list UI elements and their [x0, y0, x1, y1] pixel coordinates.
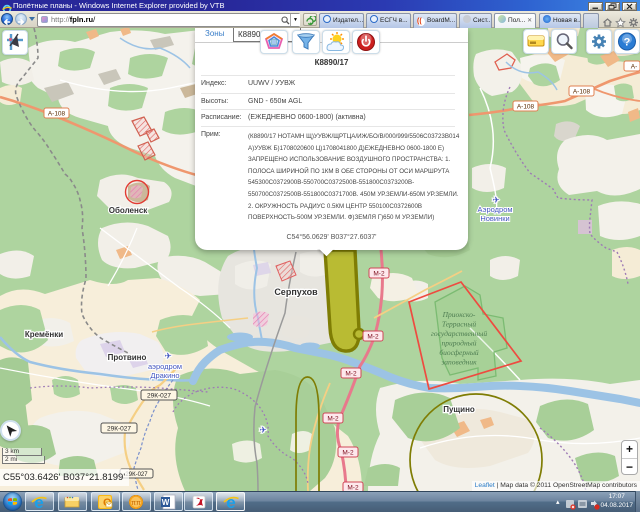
svg-text:биосферный: биосферный	[439, 348, 479, 357]
svg-text:e: e	[226, 494, 235, 510]
svg-text:✈: ✈	[259, 425, 267, 435]
svg-text:ππ: ππ	[131, 500, 141, 507]
svg-text:29К-027: 29К-027	[107, 426, 131, 433]
svg-text:М-2: М-2	[327, 416, 339, 423]
svg-text:Аэродром: Аэродром	[477, 205, 512, 214]
svg-text:Новинки: Новинки	[480, 214, 509, 223]
svg-text:государственный: государственный	[431, 329, 487, 338]
svg-text:Пущино: Пущино	[443, 405, 475, 414]
svg-text:аэродром: аэродром	[148, 362, 182, 371]
svg-text:Оболенск: Оболенск	[109, 206, 149, 215]
svg-text:А-108: А-108	[48, 111, 66, 118]
svg-text:заповедник: заповедник	[440, 358, 477, 367]
svg-text:М-2: М-2	[373, 271, 385, 278]
svg-text:А-108: А-108	[573, 89, 591, 96]
svg-text:Кремёнки: Кремёнки	[25, 330, 63, 339]
svg-text:✈: ✈	[164, 351, 172, 361]
svg-text:М-2: М-2	[367, 334, 379, 341]
svg-text:М-2: М-2	[345, 371, 357, 378]
svg-text:Протвино: Протвино	[108, 353, 147, 362]
svg-text:Серпухов: Серпухов	[274, 287, 318, 297]
svg-text:А-108: А-108	[517, 104, 535, 111]
svg-text:W: W	[162, 498, 170, 507]
svg-text:?: ?	[624, 37, 631, 49]
svg-text:М-2: М-2	[342, 450, 354, 457]
svg-text:А-: А-	[631, 64, 638, 71]
svg-text:e: e	[34, 494, 43, 510]
svg-text:Террасный: Террасный	[442, 320, 477, 329]
svg-text:29К-027: 29К-027	[147, 393, 171, 400]
svg-text:Дракино: Дракино	[150, 371, 179, 380]
svg-text:✈: ✈	[492, 195, 500, 205]
svg-text:Приокско-: Приокско-	[442, 310, 476, 319]
svg-text:природный: природный	[442, 339, 477, 348]
